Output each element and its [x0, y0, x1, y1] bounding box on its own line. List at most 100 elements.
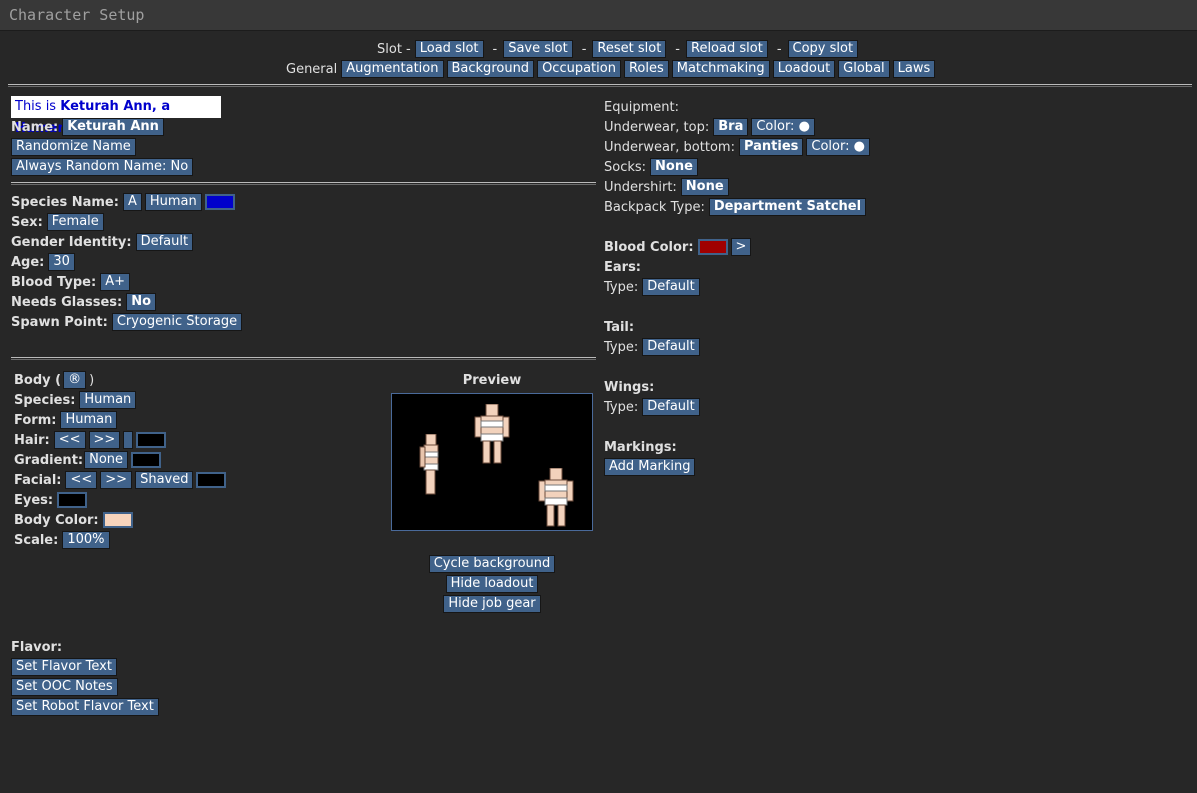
load-slot-button[interactable]: Load slot: [414, 40, 484, 58]
tab-loadout[interactable]: Loadout: [772, 60, 836, 78]
save-slot-button[interactable]: Save slot: [503, 40, 573, 58]
eyes-color-swatch[interactable]: [57, 492, 88, 508]
gradient-color-swatch[interactable]: [131, 452, 162, 468]
ears-type-button[interactable]: Default: [642, 278, 700, 296]
glasses-button[interactable]: No: [126, 293, 157, 311]
facial-next-button[interactable]: >>: [100, 471, 133, 489]
underwear-bottom-button[interactable]: Panties: [738, 138, 804, 156]
hair-next-button[interactable]: >>: [88, 431, 121, 449]
gender-row: Gender Identity: Default: [11, 233, 196, 251]
blood-type-row: Blood Type: A+: [11, 273, 133, 291]
slot-bar: Slot - Load slot - Save slot - Reset slo…: [377, 40, 861, 58]
always-random-name-button[interactable]: Always Random Name: No: [11, 158, 194, 176]
window-title: Character Setup: [9, 6, 145, 24]
backpack-button[interactable]: Department Satchel: [708, 198, 867, 216]
tab-matchmaking[interactable]: Matchmaking: [671, 60, 770, 78]
randomize-name-button[interactable]: Randomize Name: [11, 138, 136, 156]
body-species-row: Species: Human: [14, 391, 139, 409]
hide-loadout-row: Hide loadout: [391, 575, 593, 593]
socks-row: Socks: None: [604, 158, 701, 176]
preview-title: Preview: [462, 373, 522, 388]
tail-type-label: Type:: [604, 339, 639, 355]
backpack-row: Backpack Type: Department Satchel: [604, 198, 869, 216]
age-button[interactable]: 30: [48, 253, 75, 271]
tab-background[interactable]: Background: [446, 60, 535, 78]
body-species-button[interactable]: Human: [79, 391, 137, 409]
tab-augmentation[interactable]: Augmentation: [341, 60, 444, 78]
species-name-button[interactable]: Human: [144, 193, 202, 211]
hide-job-gear-button[interactable]: Hide job gear: [443, 595, 541, 613]
species-name-label: Species Name:: [11, 194, 119, 210]
name-row: Name: Keturah Ann: [11, 118, 167, 136]
separator: -: [581, 41, 587, 57]
cycle-background-row: Cycle background: [391, 555, 593, 573]
randomize-row: Randomize Name: [11, 138, 139, 156]
blood-color-next-button[interactable]: >: [730, 238, 752, 256]
set-ooc-notes-button[interactable]: Set OOC Notes: [11, 678, 118, 696]
sex-button[interactable]: Female: [46, 213, 104, 231]
slot-label: Slot -: [377, 41, 411, 57]
flavor-label: Flavor:: [11, 639, 63, 655]
reload-slot-button[interactable]: Reload slot: [686, 40, 768, 58]
eyes-label: Eyes:: [14, 492, 54, 508]
set-flavor-row: Set Flavor Text: [11, 658, 120, 676]
blood-color-row: Blood Color: >: [604, 238, 754, 256]
underwear-bottom-color-button[interactable]: Color: ●: [806, 138, 870, 156]
body-color-swatch[interactable]: [102, 512, 133, 528]
divider: [8, 84, 1192, 87]
underwear-top-button[interactable]: Bra: [713, 118, 749, 136]
intro-prefix: This is: [15, 99, 61, 114]
equipment-label-row: Equipment:: [604, 98, 683, 116]
hide-loadout-button[interactable]: Hide loadout: [445, 575, 539, 593]
wings-type-button[interactable]: Default: [642, 398, 700, 416]
facial-prev-button[interactable]: <<: [65, 471, 98, 489]
facial-color-swatch[interactable]: [196, 472, 227, 488]
species-color-swatch[interactable]: [204, 194, 235, 210]
blood-color-label: Blood Color:: [604, 239, 694, 255]
species-name-a-button[interactable]: A: [122, 193, 142, 211]
scale-button[interactable]: 100%: [62, 531, 110, 549]
gradient-button[interactable]: None: [84, 451, 129, 469]
tab-roles[interactable]: Roles: [623, 60, 669, 78]
socks-label: Socks:: [604, 159, 647, 175]
tab-occupation[interactable]: Occupation: [537, 60, 621, 78]
underwear-top-color-button[interactable]: Color: ●: [751, 118, 815, 136]
undershirt-label: Undershirt:: [604, 179, 677, 195]
hair-style-button[interactable]: [123, 431, 134, 449]
sex-row: Sex: Female: [11, 213, 107, 231]
socks-button[interactable]: None: [650, 158, 698, 176]
hair-color-swatch[interactable]: [136, 432, 167, 448]
backpack-label: Backpack Type:: [604, 199, 705, 215]
undershirt-button[interactable]: None: [680, 178, 729, 196]
add-marking-row: Add Marking: [604, 458, 698, 476]
age-label: Age:: [11, 254, 45, 270]
blood-type-label: Blood Type:: [11, 274, 97, 290]
hide-job-gear-row: Hide job gear: [391, 595, 593, 613]
hair-prev-button[interactable]: <<: [53, 431, 86, 449]
blood-type-button[interactable]: A+: [100, 273, 130, 291]
tab-global[interactable]: Global: [838, 60, 890, 78]
form-button[interactable]: Human: [60, 411, 118, 429]
reset-slot-button[interactable]: Reset slot: [592, 40, 667, 58]
set-flavor-text-button[interactable]: Set Flavor Text: [11, 658, 117, 676]
ears-label: Ears:: [604, 259, 642, 275]
body-row: Body ( ® ): [14, 371, 98, 389]
add-marking-button[interactable]: Add Marking: [604, 458, 696, 476]
divider: [11, 182, 596, 185]
gender-button[interactable]: Default: [135, 233, 194, 251]
name-label: Name:: [11, 119, 59, 135]
cycle-background-button[interactable]: Cycle background: [428, 555, 556, 573]
facial-label: Facial:: [14, 472, 62, 488]
tail-type-button[interactable]: Default: [642, 338, 700, 356]
body-color-label: Body Color:: [14, 512, 99, 528]
copy-slot-button[interactable]: Copy slot: [787, 40, 859, 58]
name-button[interactable]: Keturah Ann: [62, 118, 164, 136]
body-reset-icon[interactable]: ®: [63, 371, 87, 389]
blood-color-swatch[interactable]: [697, 239, 728, 255]
tab-laws[interactable]: Laws: [892, 60, 936, 78]
scale-label: Scale:: [14, 532, 59, 548]
spawn-button[interactable]: Cryogenic Storage: [111, 313, 243, 331]
set-robot-flavor-text-button[interactable]: Set Robot Flavor Text: [11, 698, 159, 716]
facial-style-button[interactable]: Shaved: [135, 471, 194, 489]
age-row: Age: 30: [11, 253, 78, 271]
